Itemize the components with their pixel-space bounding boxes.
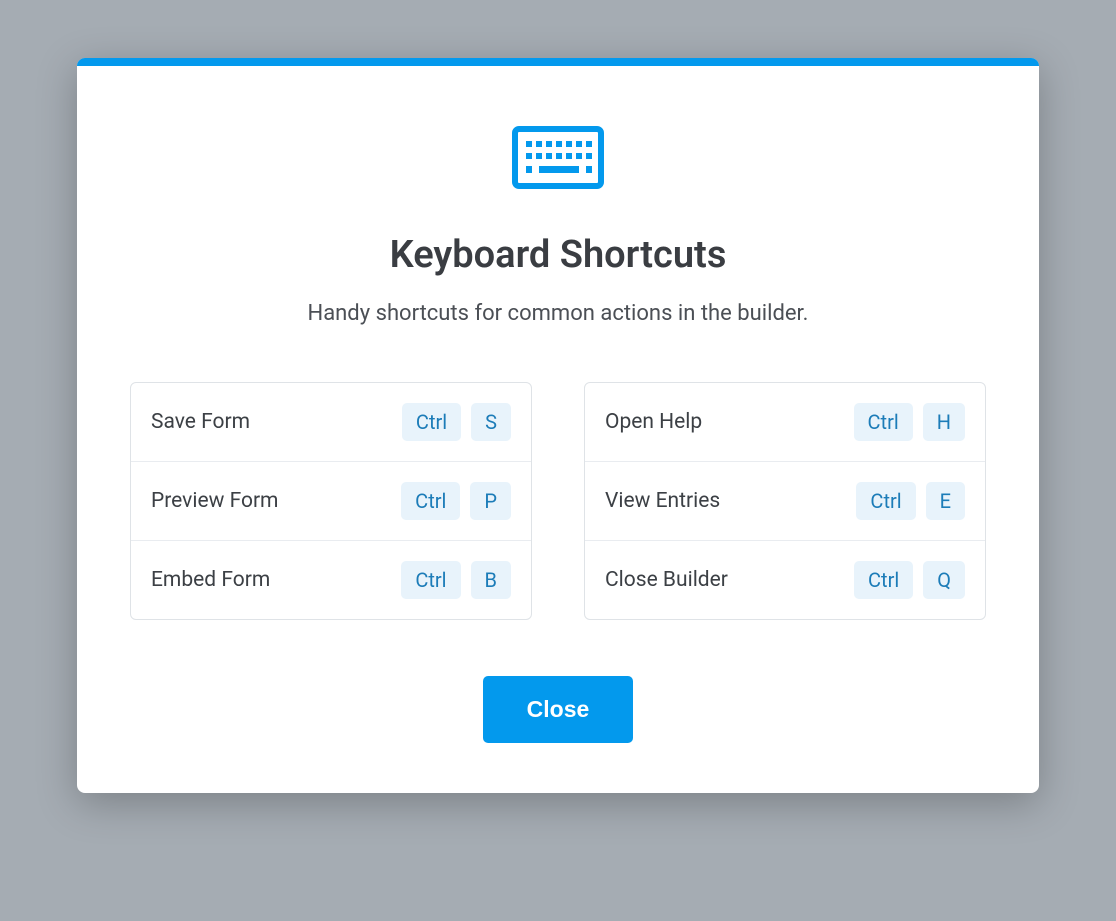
shortcut-label: Embed Form <box>151 568 270 592</box>
key-modifier: Ctrl <box>401 482 460 520</box>
shortcut-keys: Ctrl B <box>401 561 511 599</box>
shortcut-keys: Ctrl H <box>854 403 965 441</box>
key-modifier: Ctrl <box>401 561 460 599</box>
shortcut-row-close-builder: Close Builder Ctrl Q <box>585 541 985 619</box>
key-letter: S <box>471 403 511 441</box>
shortcut-row-save-form: Save Form Ctrl S <box>131 383 531 462</box>
key-letter: Q <box>923 561 965 599</box>
shortcuts-column-left: Save Form Ctrl S Preview Form Ctrl P Emb… <box>130 382 532 620</box>
keyboard-icon <box>512 126 604 193</box>
key-modifier: Ctrl <box>854 561 913 599</box>
modal-accent-bar <box>77 58 1039 66</box>
shortcut-label: Open Help <box>605 410 702 434</box>
key-letter: H <box>923 403 965 441</box>
shortcut-row-preview-form: Preview Form Ctrl P <box>131 462 531 541</box>
shortcut-keys: Ctrl Q <box>854 561 965 599</box>
shortcut-keys: Ctrl E <box>856 482 965 520</box>
shortcut-keys: Ctrl P <box>401 482 511 520</box>
shortcuts-column-right: Open Help Ctrl H View Entries Ctrl E Clo… <box>584 382 986 620</box>
key-modifier: Ctrl <box>856 482 915 520</box>
shortcut-label: View Entries <box>605 489 720 513</box>
key-modifier: Ctrl <box>402 403 461 441</box>
shortcut-row-open-help: Open Help Ctrl H <box>585 383 985 462</box>
key-letter: P <box>470 482 511 520</box>
shortcuts-grid: Save Form Ctrl S Preview Form Ctrl P Emb… <box>127 382 989 620</box>
modal-title: Keyboard Shortcuts <box>390 233 727 277</box>
modal-subtitle: Handy shortcuts for common actions in th… <box>308 301 809 326</box>
key-letter: B <box>471 561 511 599</box>
shortcut-label: Close Builder <box>605 568 728 592</box>
shortcut-keys: Ctrl S <box>402 403 511 441</box>
shortcut-row-view-entries: View Entries Ctrl E <box>585 462 985 541</box>
shortcut-label: Save Form <box>151 410 250 434</box>
shortcut-label: Preview Form <box>151 489 278 513</box>
key-modifier: Ctrl <box>854 403 913 441</box>
shortcut-row-embed-form: Embed Form Ctrl B <box>131 541 531 619</box>
close-button[interactable]: Close <box>483 676 634 743</box>
keyboard-shortcuts-modal: Keyboard Shortcuts Handy shortcuts for c… <box>77 58 1039 793</box>
modal-content: Keyboard Shortcuts Handy shortcuts for c… <box>77 66 1039 793</box>
key-letter: E <box>926 482 965 520</box>
